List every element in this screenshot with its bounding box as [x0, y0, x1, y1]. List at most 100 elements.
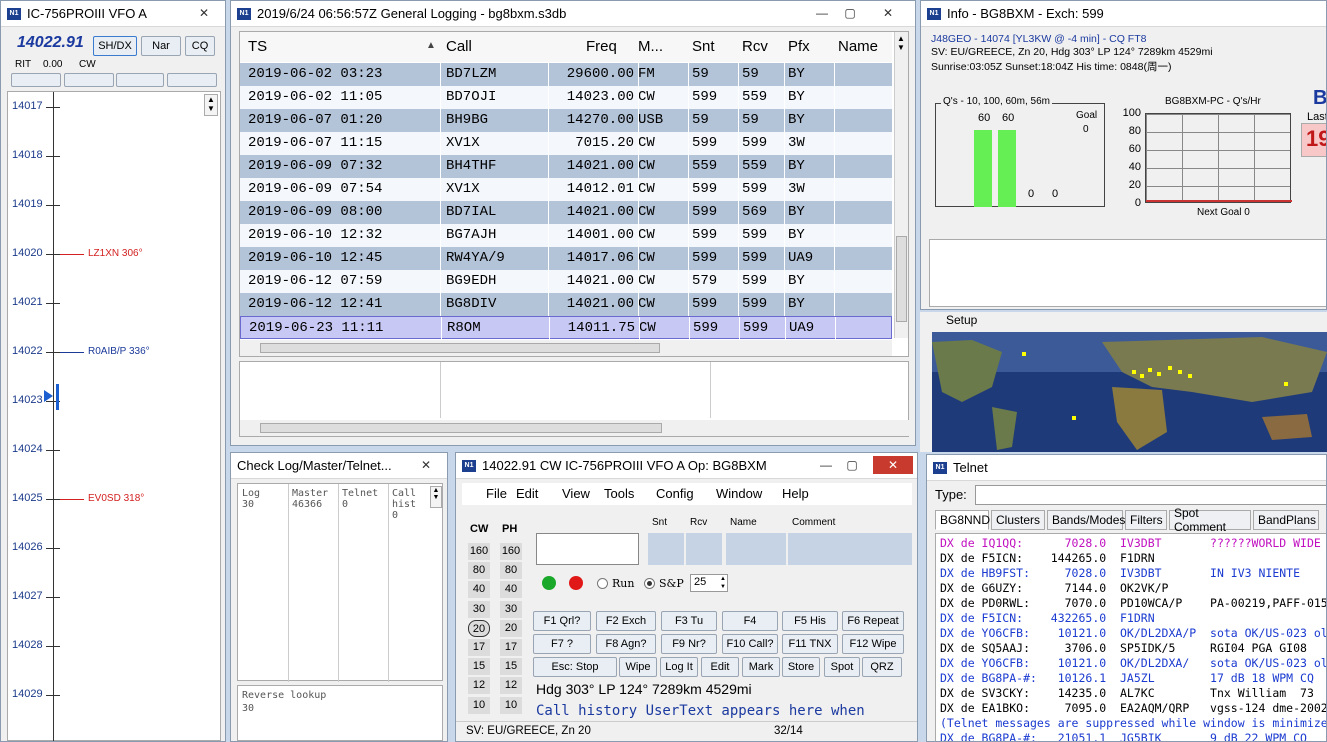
check-titlebar[interactable]: Check Log/Master/Telnet... ✕ — [231, 453, 447, 479]
telnet-line[interactable]: DX de BG8PA-#: 10126.1 JA5ZL 17 dB 18 WP… — [940, 671, 1314, 685]
menu-file[interactable]: File — [486, 486, 507, 501]
fkey-3-button[interactable]: F3 Tu — [661, 611, 717, 631]
table-row[interactable]: 2019-06-12 07:59 BG9EDH 14021.00 CW 579 599 BY — [240, 270, 892, 293]
table-row[interactable]: 2019-06-09 08:00 BD7IAL 14021.00 CW 599 569 BY — [240, 201, 892, 224]
log-grid[interactable]: TS ▲ Call Freq M... Snt Rcv Pfx Name 201… — [239, 31, 909, 357]
col-snt[interactable]: Snt — [692, 38, 715, 55]
telnet-line[interactable]: DX de EA1BKO: 7095.0 EA2AQM/QRP vgss-124… — [940, 701, 1326, 715]
close-icon[interactable]: ✕ — [191, 4, 217, 22]
vfo-slot-1[interactable] — [11, 73, 61, 87]
col-freq[interactable]: Freq — [586, 38, 617, 55]
bandmap-spot[interactable]: EV0SD 318° — [88, 493, 144, 504]
close-icon[interactable]: ✕ — [875, 4, 901, 22]
store-button[interactable]: Store — [782, 657, 820, 677]
bandmap[interactable]: 14017 14018 14019 14020 14021 14022 14023 14024… — [7, 91, 221, 741]
fkey-9-button[interactable]: F9 Nr? — [661, 634, 717, 654]
col-name[interactable]: Name — [838, 38, 878, 55]
telnet-line[interactable]: DX de SV3CKY: 14235.0 AL7KC Tnx William … — [940, 686, 1314, 700]
lower-hscroll[interactable] — [240, 420, 910, 436]
log-lower-pane[interactable] — [239, 361, 910, 437]
telnet-line[interactable]: DX de YO6CFB: 10121.0 OK/DL2DXA/P sota O… — [940, 626, 1326, 640]
menu-window[interactable]: Window — [716, 486, 762, 501]
vfo-titlebar[interactable]: N1 IC-756PROIII VFO A ✕ — [1, 1, 225, 27]
info-titlebar[interactable]: N1 Info - BG8BXM - Exch: 599 — [921, 1, 1326, 27]
table-row[interactable]: 2019-06-12 12:41 BG8DIV 14021.00 CW 599 599 BY — [240, 293, 892, 316]
band-cw-15[interactable]: 15 — [468, 658, 490, 676]
edit-button[interactable]: Edit — [701, 657, 739, 677]
bandmap-spot[interactable]: LZ1XN 306° — [88, 248, 143, 259]
band-ph-40[interactable]: 40 — [500, 581, 522, 599]
fkey-10-button[interactable]: F10 Call? — [722, 634, 778, 654]
close-icon[interactable]: ✕ — [873, 456, 913, 474]
fkey-6-button[interactable]: F6 Repeat — [842, 611, 904, 631]
table-row[interactable]: 2019-06-02 03:23 BD7LZM 29600.00 FM 59 59 BY — [240, 63, 892, 86]
telnet-line[interactable]: DX de F5ICN: 144265.0 F1DRN — [940, 551, 1155, 565]
table-row[interactable]: 2019-06-09 07:54 XV1X 14012.01 CW 599 599 3W — [240, 178, 892, 201]
maximize-icon[interactable]: ▢ — [839, 456, 865, 474]
cq-button[interactable]: CQ — [185, 36, 215, 56]
vfo-slot-2[interactable] — [64, 73, 114, 87]
table-row[interactable]: 2019-06-07 11:15 XV1X 7015.20 CW 599 599 3W — [240, 132, 892, 155]
band-cw-12[interactable]: 12 — [468, 677, 490, 695]
qrz-button[interactable]: QRZ — [862, 657, 902, 677]
band-ph-30[interactable]: 30 — [500, 600, 522, 618]
spot-button[interactable]: Spot — [824, 657, 860, 677]
telnet-tab-bg8nnd[interactable]: BG8NND — [935, 510, 990, 530]
sp-radio[interactable] — [644, 578, 655, 589]
log-hscroll[interactable] — [240, 340, 892, 356]
band-cw-80[interactable]: 80 — [468, 562, 490, 580]
table-row[interactable]: 2019-06-07 01:20 BH9BG 14270.00 USB 59 59 BY — [240, 109, 892, 132]
speed-spinner[interactable]: 25 ▲ ▼ — [690, 574, 728, 592]
telnet-line[interactable]: DX de F5ICN: 432265.0 F1DRN — [940, 611, 1155, 625]
minimize-icon[interactable]: — — [813, 456, 839, 474]
fkey-2-button[interactable]: F2 Exch — [596, 611, 656, 631]
spinner-arrows-icon[interactable]: ▲ ▼ — [720, 575, 726, 591]
band-ph-12[interactable]: 12 — [500, 677, 522, 695]
log-vscroll[interactable]: ▲ ▼ — [894, 32, 908, 338]
scroll-up-icon[interactable]: ▲ ▼ — [897, 34, 905, 52]
table-row[interactable]: 2019-06-10 12:32 BG7AJH 14001.00 CW 599 599 BY — [240, 224, 892, 247]
telnet-tab-clusters[interactable]: Clusters — [991, 510, 1045, 530]
menu-tools[interactable]: Tools — [604, 486, 634, 501]
fkey-4-button[interactable]: F4 — [722, 611, 778, 631]
telnet-tab-spot-comment[interactable]: Spot Comment — [1169, 506, 1251, 534]
telnet-line[interactable]: DX de IQ1QQ: 7028.0 IV3DBT ??????WORLD W… — [940, 536, 1321, 550]
vfo-slot-3[interactable] — [116, 73, 164, 87]
log-it-button[interactable]: Log It — [660, 657, 698, 677]
telnet-tab-filters[interactable]: Filters — [1125, 510, 1167, 530]
check-scroll[interactable]: ▲ ▼ — [430, 486, 442, 508]
col-mode[interactable]: M... — [638, 38, 663, 55]
fkey-1-button[interactable]: F1 Qrl? — [533, 611, 591, 631]
vfo-slot-4[interactable] — [167, 73, 217, 87]
run-radio[interactable] — [597, 578, 608, 589]
telnet-titlebar[interactable]: N1 Telnet — [927, 455, 1326, 481]
band-cw-10[interactable]: 10 — [468, 696, 490, 714]
menu-view[interactable]: View — [562, 486, 590, 501]
fkey-5-button[interactable]: F5 His — [782, 611, 838, 631]
telnet-tab-bandplans[interactable]: BandPlans — [1253, 510, 1319, 530]
fkey-12-button[interactable]: F12 Wipe — [842, 634, 904, 654]
mark-button[interactable]: Mark — [742, 657, 780, 677]
minimize-icon[interactable]: — — [809, 4, 835, 22]
vfo-cursor-icon[interactable] — [44, 390, 53, 402]
esc-stop-button[interactable]: Esc: Stop — [533, 657, 617, 677]
telnet-line[interactable]: DX de BG8PA-#: 21051.1 JG5BIK 9 dB 22 WP… — [940, 731, 1307, 741]
fkey-8-button[interactable]: F8 Agn? — [596, 634, 656, 654]
callsign-input[interactable] — [536, 533, 639, 565]
telnet-line[interactable]: DX de PD0RWL: 7070.0 PD10WCA/P PA-00219,… — [940, 596, 1326, 610]
telnet-output[interactable]: DX de IQ1QQ: 7028.0 IV3DBT ??????WORLD W… — [935, 533, 1326, 741]
nar-button[interactable]: Nar — [141, 36, 181, 56]
bandmap-spot[interactable]: R0AIB/P 336° — [88, 346, 150, 357]
table-row[interactable]: 2019-06-02 11:05 BD7OJI 14023.00 CW 599 559 BY — [240, 86, 892, 109]
menu-config[interactable]: Config — [656, 486, 694, 501]
table-row[interactable]: 2019-06-23 11:11 R8OM 14011.75 CW 599 599 UA9 — [240, 316, 892, 340]
band-cw-160[interactable]: 160 — [468, 543, 490, 560]
telnet-line[interactable]: DX de HB9FST: 7028.0 IV3DBT IN IV3 NIENT… — [940, 566, 1300, 580]
table-row[interactable]: 2019-06-09 07:32 BH4THF 14021.00 CW 559 559 BY — [240, 155, 892, 178]
col-ts[interactable]: TS — [248, 38, 267, 55]
reverse-pane[interactable]: Reverse lookup 30 — [237, 685, 443, 741]
entry-titlebar[interactable]: N1 14022.91 CW IC-756PROIII VFO A Op: BG8… — [456, 453, 917, 479]
wipe-button[interactable]: Wipe — [619, 657, 657, 677]
fkey-7-button[interactable]: F7 ? — [533, 634, 591, 654]
col-pfx[interactable]: Pfx — [788, 38, 810, 55]
